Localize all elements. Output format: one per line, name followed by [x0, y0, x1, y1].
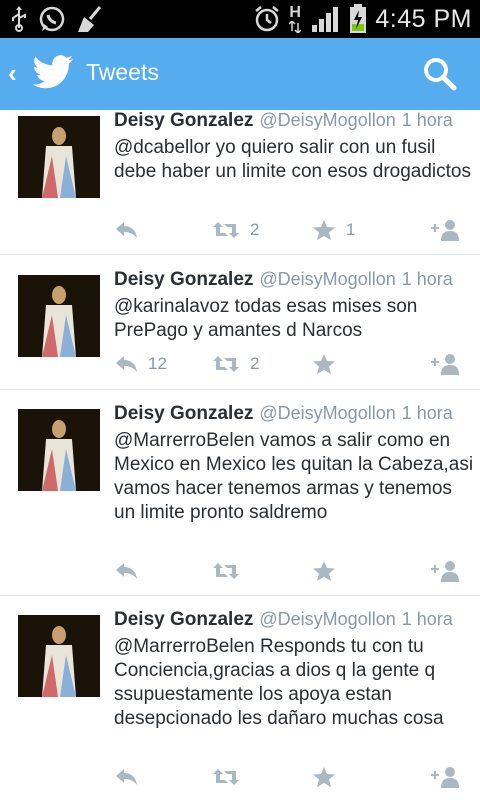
retweet-count: 2 — [250, 354, 260, 373]
avatar[interactable] — [18, 116, 100, 198]
retweet-icon — [213, 769, 239, 785]
network-type-label: H — [289, 4, 301, 21]
tweet-actions: 12 2 — [114, 350, 474, 378]
favorite-button[interactable] — [312, 557, 346, 585]
data-arrows-icon — [289, 21, 302, 33]
retweet-button[interactable]: 2 — [212, 216, 259, 244]
follow-user-icon[interactable] — [430, 218, 462, 242]
tweet-header: Deisy Gonzalez @DeisyMogollon 1 hora — [114, 403, 453, 425]
back-arrow-icon[interactable]: ‹ — [8, 58, 17, 89]
tweet-text: @dcabellor yo quiero salir con un fusil … — [114, 137, 472, 182]
reply-button[interactable] — [114, 763, 148, 791]
favorite-count: 1 — [346, 220, 356, 239]
author-handle[interactable]: @DeisyMogollon — [259, 403, 395, 423]
reply-button[interactable]: 12 — [114, 350, 167, 378]
avatar-image — [18, 615, 100, 697]
tweet-item[interactable]: Deisy Gonzalez @DeisyMogollon 1 hora @dcab… — [0, 110, 480, 255]
avatar[interactable] — [18, 409, 100, 491]
retweet-button[interactable]: 2 — [212, 350, 259, 378]
tweet-header: Deisy Gonzalez @DeisyMogollon 1 hora — [114, 110, 453, 132]
star-icon — [313, 767, 335, 787]
clock: 4:45 PM — [375, 4, 472, 33]
author-handle[interactable]: @DeisyMogollon — [259, 609, 395, 629]
author-name[interactable]: Deisy Gonzalez — [114, 403, 253, 424]
retweet-icon — [213, 563, 239, 579]
tweet-text: @MarrerroBelen Responds tu con tu Concie… — [114, 636, 444, 729]
reply-icon — [116, 563, 137, 579]
avatar-image — [18, 275, 100, 357]
reply-icon — [116, 356, 137, 372]
avatar-image — [18, 116, 100, 198]
reply-button[interactable] — [114, 557, 148, 585]
retweet-icon — [213, 356, 239, 372]
tweet-header: Deisy Gonzalez @DeisyMogollon 1 hora — [114, 269, 453, 291]
author-name[interactable]: Deisy Gonzalez — [114, 269, 253, 290]
favorite-button[interactable]: 1 — [312, 216, 355, 244]
alarm-icon — [255, 6, 280, 32]
avatar-image — [18, 409, 100, 491]
favorite-button[interactable] — [312, 350, 346, 378]
signal-icon — [312, 7, 339, 32]
tweet-time: 1 hora — [401, 269, 453, 289]
author-name[interactable]: Deisy Gonzalez — [114, 110, 253, 131]
retweet-icon — [213, 222, 239, 238]
avatar[interactable] — [18, 275, 100, 357]
tweet-item[interactable]: Deisy Gonzalez @DeisyMogollon 1 hora @Marr… — [0, 389, 480, 596]
status-bar: H 4:45 PM — [0, 0, 480, 38]
tweet-actions — [114, 763, 474, 791]
tweet-time: 1 hora — [401, 403, 453, 423]
battery-icon — [350, 4, 367, 33]
retweet-button[interactable] — [212, 557, 250, 585]
tweet-time: 1 hora — [401, 110, 453, 130]
tweet-actions: 2 1 — [114, 216, 474, 244]
app-bar: ‹ Tweets — [0, 38, 480, 110]
usb-icon — [12, 6, 26, 32]
tweet-text: @karinalavoz todas esas mises son PrePag… — [114, 296, 418, 341]
broom-icon — [78, 6, 102, 32]
author-name[interactable]: Deisy Gonzalez — [114, 609, 253, 630]
retweet-count: 2 — [250, 220, 260, 239]
page-title: Tweets — [86, 59, 159, 85]
reply-icon — [116, 222, 137, 238]
favorite-button[interactable] — [312, 763, 346, 791]
star-icon — [313, 354, 335, 374]
reply-count: 12 — [148, 354, 167, 373]
tweet-header: Deisy Gonzalez @DeisyMogollon 1 hora — [114, 609, 453, 631]
retweet-button[interactable] — [212, 763, 250, 791]
reply-icon — [116, 769, 137, 785]
star-icon — [313, 220, 335, 240]
tweet-item[interactable]: Deisy Gonzalez @DeisyMogollon 1 hora @kari… — [0, 255, 480, 390]
whatsapp-icon — [39, 6, 65, 32]
tweet-timeline[interactable]: Deisy Gonzalez @DeisyMogollon 1 hora @dcab… — [0, 110, 480, 800]
tweet-time: 1 hora — [401, 609, 453, 629]
twitter-bird-icon[interactable] — [32, 54, 74, 92]
search-icon[interactable] — [422, 56, 458, 92]
tweet-actions — [114, 557, 474, 585]
follow-user-icon[interactable] — [430, 765, 462, 789]
author-handle[interactable]: @DeisyMogollon — [259, 110, 395, 130]
reply-button[interactable] — [114, 216, 148, 244]
follow-user-icon[interactable] — [430, 559, 462, 583]
author-handle[interactable]: @DeisyMogollon — [259, 269, 395, 289]
tweet-text: @MarrerroBelen vamos a salir como en Mex… — [114, 430, 474, 523]
avatar[interactable] — [18, 615, 100, 697]
tweet-item[interactable]: Deisy Gonzalez @DeisyMogollon 1 hora @Marr… — [0, 595, 480, 800]
star-icon — [313, 561, 335, 581]
follow-user-icon[interactable] — [430, 352, 462, 376]
